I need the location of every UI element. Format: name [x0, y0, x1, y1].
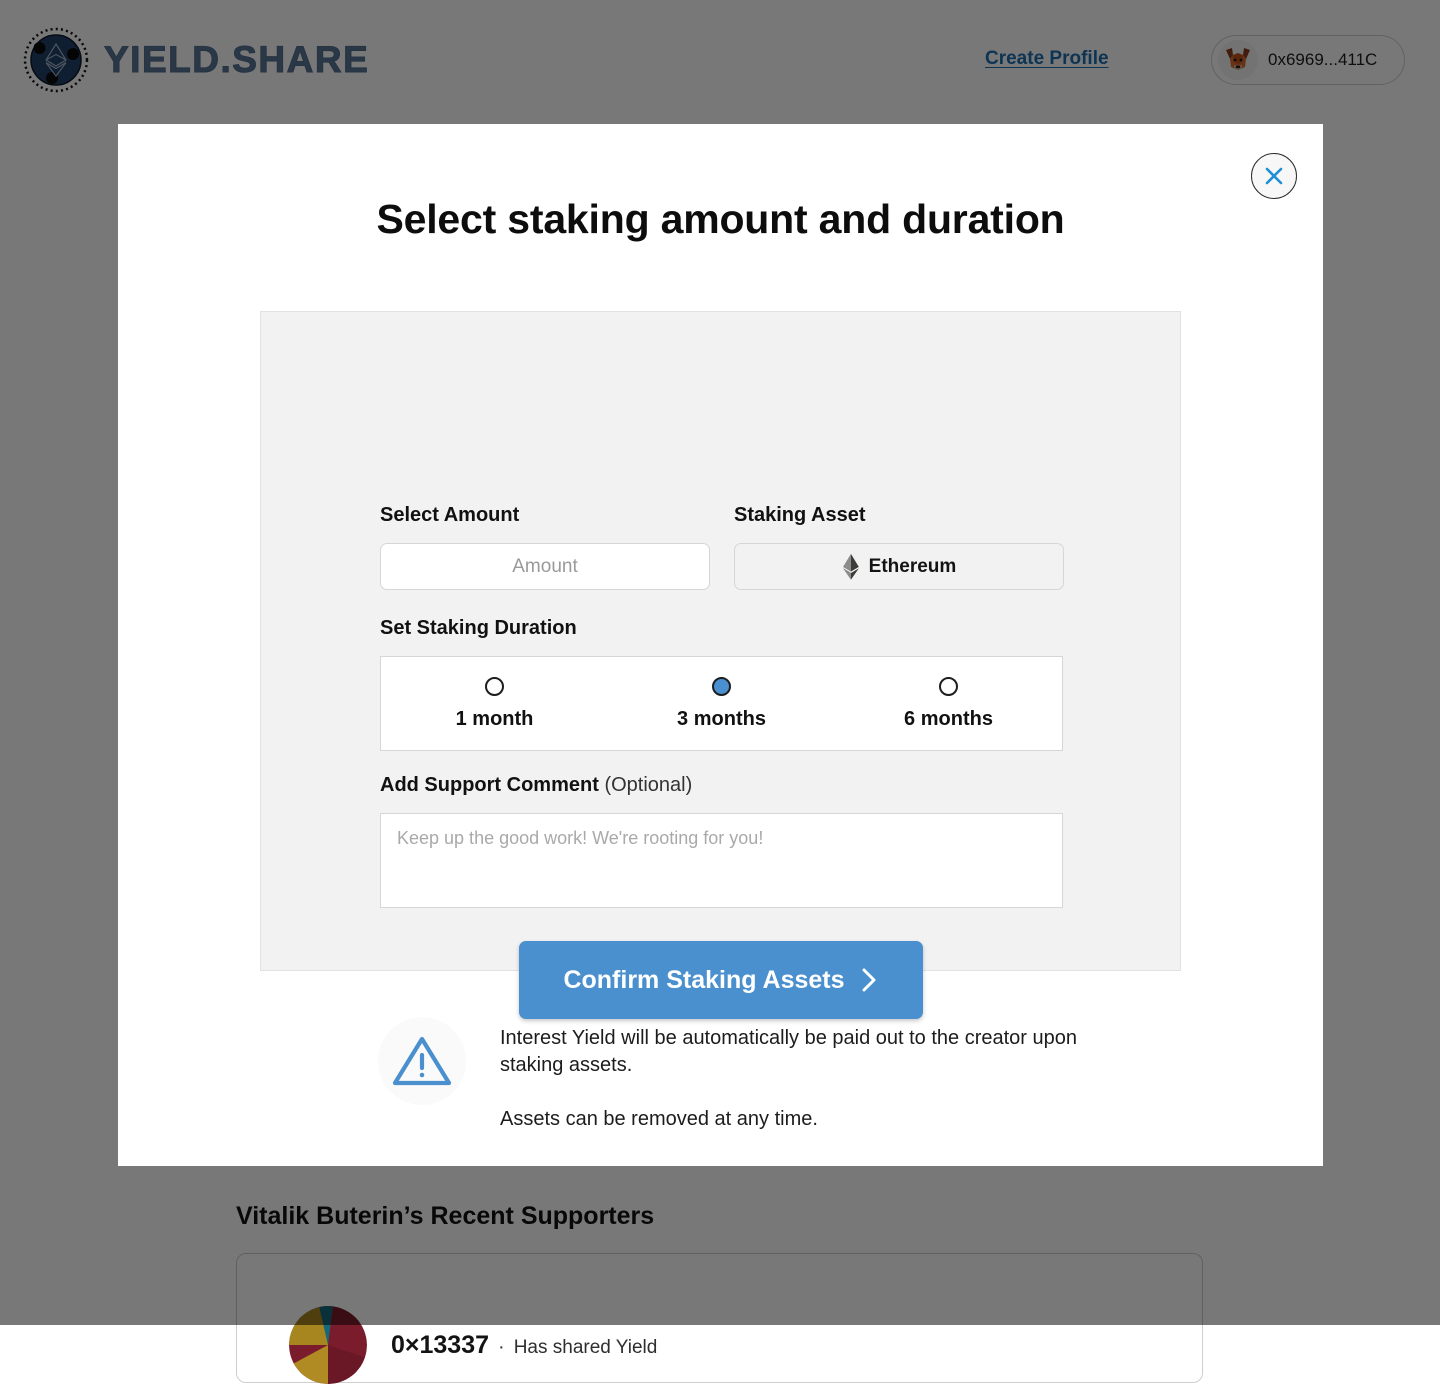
- staking-modal: Select staking amount and duration Selec…: [118, 124, 1323, 1166]
- supporter-separator: ·: [498, 1335, 505, 1358]
- supporter-handle: 0×13337: [391, 1330, 490, 1359]
- amount-field-group: Select Amount: [380, 504, 710, 590]
- duration-option-6-months[interactable]: 6 months: [835, 657, 1062, 750]
- staking-asset-select[interactable]: Ethereum: [734, 543, 1064, 590]
- duration-option-1-month[interactable]: 1 month: [381, 657, 608, 750]
- warning-triangle-icon: [392, 1036, 452, 1086]
- warning-block: Interest Yield will be automatically be …: [378, 1017, 1080, 1133]
- radio-icon-selected[interactable]: [712, 676, 731, 696]
- warning-icon-container: [378, 1017, 466, 1105]
- radio-icon[interactable]: [939, 676, 958, 696]
- chevron-right-icon: [862, 968, 876, 992]
- amount-label: Select Amount: [380, 504, 520, 526]
- asset-field-group: Staking Asset Ethereum: [734, 504, 1064, 590]
- page-title: Select staking amount and duration: [376, 196, 1065, 242]
- close-icon: [1265, 167, 1283, 185]
- radio-icon[interactable]: [485, 676, 504, 696]
- asset-name: Ethereum: [868, 555, 957, 577]
- duration-option-3-months[interactable]: 3 months: [608, 657, 835, 750]
- comment-label: Add Support Comment (Optional): [380, 774, 1063, 797]
- supporter-meta: 0×13337 · Has shared Yield: [391, 1331, 657, 1360]
- warning-line-2: Assets can be removed at any time.: [500, 1108, 818, 1130]
- confirm-staking-button[interactable]: Confirm Staking Assets: [519, 941, 923, 1019]
- duration-option-label: 3 months: [677, 707, 766, 730]
- duration-option-label: 1 month: [455, 707, 534, 730]
- warning-line-1: Interest Yield will be automatically be …: [500, 1027, 1078, 1076]
- support-comment-textarea[interactable]: [380, 813, 1063, 908]
- duration-label: Set Staking Duration: [380, 617, 577, 639]
- duration-options: 1 month 3 months 6 months: [380, 656, 1063, 751]
- warning-text: Interest Yield will be automatically be …: [500, 1017, 1080, 1133]
- asset-label: Staking Asset: [734, 504, 866, 526]
- ethereum-icon: [842, 553, 859, 580]
- comment-label-optional: (Optional): [604, 774, 693, 796]
- staking-form-panel: Select Amount Staking Asset Ethereum Set…: [260, 311, 1181, 1019]
- duration-option-label: 6 months: [904, 707, 993, 730]
- supporter-status: Has shared Yield: [513, 1336, 658, 1358]
- comment-label-main: Add Support Comment: [380, 774, 599, 796]
- comment-field-group: Add Support Comment (Optional): [380, 774, 1063, 913]
- duration-field-group: Set Staking Duration 1 month 3 months 6 …: [380, 617, 1063, 751]
- amount-input[interactable]: [380, 543, 710, 590]
- confirm-staking-button-label: Confirm Staking Assets: [563, 965, 845, 994]
- close-button[interactable]: [1251, 153, 1297, 199]
